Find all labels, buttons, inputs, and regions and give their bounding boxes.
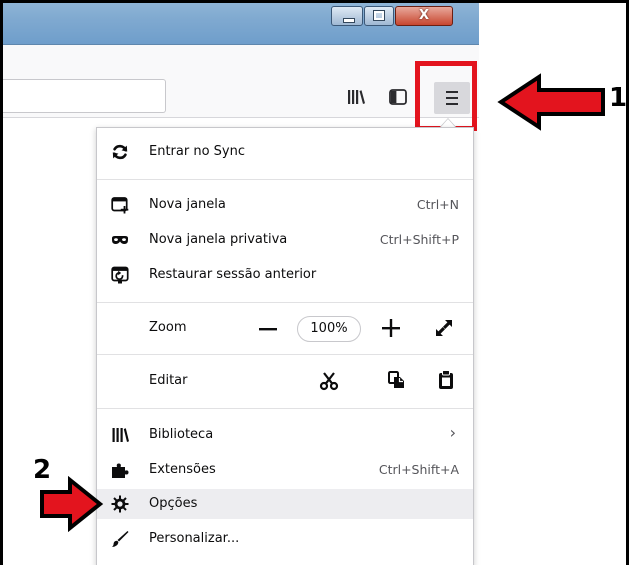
fullscreen-icon[interactable] [433, 317, 455, 339]
menu-item-sync[interactable]: Entrar no Sync [97, 137, 473, 167]
menu-item-options[interactable]: Opções [97, 489, 473, 519]
zoom-reset-button[interactable]: 100% [297, 316, 361, 342]
menu-item-restore-session[interactable]: Restaurar sessão anterior [97, 260, 473, 290]
annotation-arrow-2 [40, 476, 104, 532]
address-bar[interactable] [3, 79, 166, 113]
restore-session-icon [111, 266, 129, 284]
zoom-label: Zoom [149, 320, 187, 335]
minimize-button[interactable] [331, 6, 363, 26]
window-titlebar: X [3, 3, 479, 45]
menu-item-label: Extensões [149, 462, 216, 477]
app-menu-panel: Entrar no Sync Nova janela Ctrl+N Nova j… [96, 127, 474, 565]
minimize-icon [343, 18, 355, 23]
close-icon: X [418, 8, 430, 23]
zoom-out-button[interactable] [257, 318, 279, 340]
menu-item-label: Biblioteca [149, 427, 214, 442]
private-mask-icon [112, 236, 128, 244]
menu-item-customize[interactable]: Personalizar... [97, 524, 473, 554]
shortcut-label: Ctrl+Shift+P [379, 232, 459, 247]
menu-item-label: Opções [149, 496, 198, 511]
paste-icon[interactable] [437, 369, 455, 391]
menu-item-private-window[interactable]: Nova janela privativa Ctrl+Shift+P [97, 225, 473, 255]
copy-icon[interactable] [387, 370, 407, 390]
menu-item-library[interactable]: Biblioteca › [97, 420, 473, 450]
shortcut-label: Ctrl+N [416, 197, 459, 212]
cut-icon[interactable] [319, 371, 339, 391]
menu-item-label: Entrar no Sync [149, 144, 245, 159]
gear-icon [111, 495, 129, 513]
paintbrush-icon [112, 531, 129, 547]
annotation-arrow-1 [497, 73, 605, 131]
menu-item-label: Nova janela [149, 197, 226, 212]
chevron-right-icon: › [449, 423, 456, 442]
shortcut-label: Ctrl+Shift+A [378, 462, 459, 477]
annotation-number-1: 1 [609, 83, 628, 113]
menu-item-new-window[interactable]: Nova janela Ctrl+N [97, 190, 473, 220]
sync-icon [112, 144, 128, 160]
maximize-button[interactable] [364, 6, 394, 26]
screenshot-frame: X Entrar no Sync Nova janela Ctrl+N Nova… [0, 0, 629, 565]
browser-toolbar [3, 45, 479, 118]
menu-separator [97, 179, 473, 180]
new-window-icon [111, 197, 129, 214]
menu-item-label: Nova janela privativa [149, 232, 288, 247]
menu-item-label: Restaurar sessão anterior [149, 267, 317, 282]
puzzle-piece-icon [112, 463, 129, 478]
menu-separator [97, 354, 473, 355]
menu-item-addons[interactable]: Extensões Ctrl+Shift+A [97, 455, 473, 485]
library-icon [112, 428, 129, 442]
zoom-row: Zoom 100% [97, 304, 473, 352]
edit-label: Editar [149, 373, 188, 388]
library-icon[interactable] [346, 87, 366, 107]
menu-separator [97, 302, 473, 303]
menu-separator [97, 408, 473, 409]
maximize-icon [373, 10, 385, 21]
zoom-in-button[interactable] [380, 317, 402, 339]
close-button[interactable]: X [395, 6, 453, 26]
menu-item-label: Personalizar... [149, 531, 240, 546]
sidebar-icon[interactable] [388, 87, 408, 107]
edit-row: Editar [97, 356, 473, 406]
